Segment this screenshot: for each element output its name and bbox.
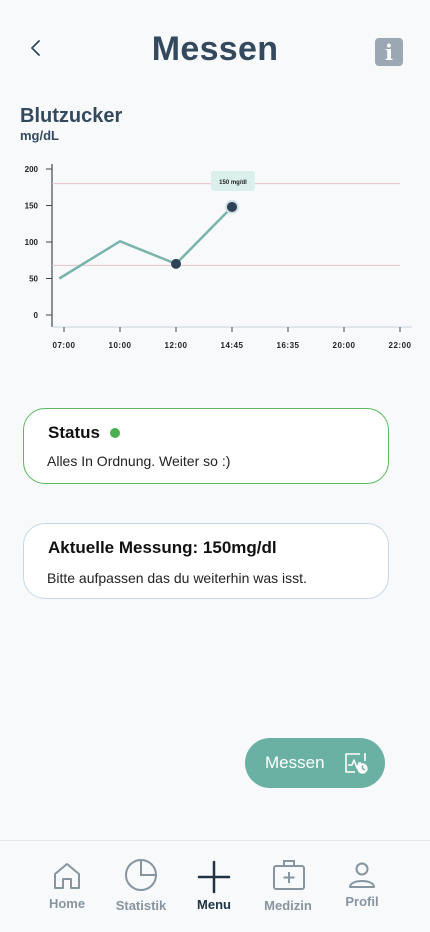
info-button[interactable]: i (375, 38, 403, 66)
plus-icon (197, 860, 231, 894)
x-tick-label: 22:00 (389, 341, 412, 350)
header: Messen i (0, 0, 430, 100)
status-card-text: Alles In Ordnung. Weiter so :) (47, 453, 231, 469)
tab-statistik[interactable]: Statistik (101, 841, 181, 932)
status-card: Status Alles In Ordnung. Weiter so :) (23, 408, 389, 484)
data-point (171, 258, 181, 269)
y-tick-label: 100 (25, 238, 39, 247)
user-icon (349, 862, 375, 888)
current-measurement-card: Aktuelle Messung: 150mg/dl Bitte aufpass… (23, 523, 389, 599)
measurement-card-title: Aktuelle Messung: 150mg/dl (48, 538, 277, 557)
tab-home[interactable]: Home (27, 841, 107, 932)
x-tick-label: 20:00 (333, 341, 356, 350)
status-indicator (109, 428, 120, 438)
y-tick-label: 50 (29, 275, 38, 284)
pie-chart-icon (125, 859, 157, 891)
medical-kit-icon (273, 860, 305, 890)
tab-profil-label: Profil (345, 894, 379, 909)
tab-medizin-label: Medizin (264, 898, 312, 913)
tab-medizin[interactable]: Medizin (248, 841, 328, 932)
y-tick-label: 200 (25, 165, 39, 174)
x-tick-label: 14:45 (221, 341, 244, 350)
series-line (58, 206, 233, 280)
tab-home-label: Home (48, 896, 86, 911)
measure-button[interactable]: Messen (245, 738, 385, 788)
tab-menu-label: Menu (197, 897, 231, 912)
x-tick-label: 07:00 (53, 341, 76, 350)
status-card-title: Status (48, 423, 100, 442)
y-tick-label: 0 (34, 311, 39, 320)
chart-measure-icon (345, 753, 368, 774)
chart-tooltip-text: 150 mg/dl (219, 180, 247, 186)
home-icon (54, 863, 80, 889)
chart-unit: mg/dL (20, 128, 59, 143)
blood-sugar-chart: 200 150 100 50 0 07:00 10:00 12:00 14:45 16:35 20:… (25, 164, 412, 350)
x-tick-label: 12:00 (165, 341, 188, 350)
x-tick-label: 10:00 (109, 341, 132, 350)
measurement-card-text: Bitte aufpassen das du weiterhin was iss… (47, 570, 307, 586)
tab-menu[interactable]: Menu (174, 841, 254, 932)
y-tick-label: 150 (25, 202, 39, 211)
bottom-tab-bar: Home Statistik Menu Medizin Profil (0, 840, 430, 932)
measure-button-label: Messen (265, 753, 325, 772)
data-point (225, 199, 239, 214)
page-title: Messen (151, 30, 279, 68)
x-tick-label: 16:35 (277, 341, 300, 350)
tab-profil[interactable]: Profil (322, 841, 402, 932)
info-icon: i (385, 39, 393, 65)
tab-statistik-label: Statistik (115, 898, 167, 913)
chart-title: Blutzucker (20, 105, 123, 127)
